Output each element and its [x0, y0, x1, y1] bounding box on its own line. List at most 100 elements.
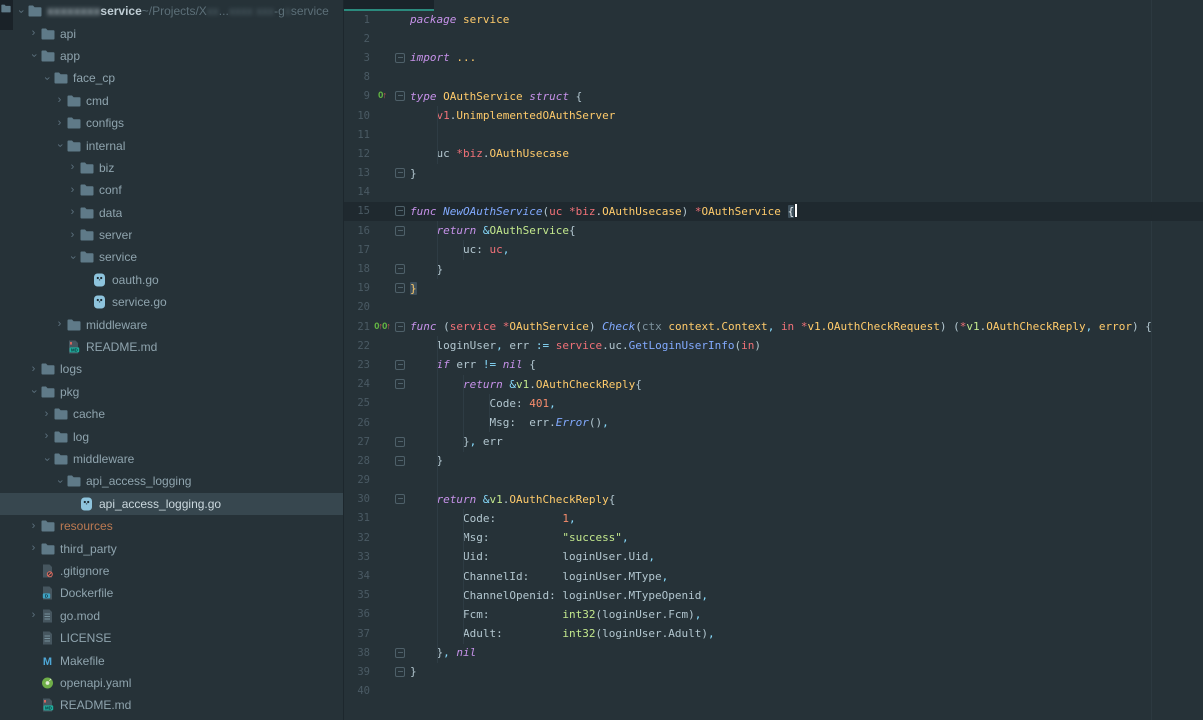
gutter[interactable]: 21O↑O↑ [344, 321, 410, 333]
line-number[interactable]: 37 [344, 628, 370, 640]
line-number[interactable]: 18 [344, 263, 370, 275]
gutter[interactable]: 15 [344, 205, 410, 217]
gutter[interactable]: 27 [344, 436, 410, 448]
implements-icon[interactable]: O↑O↑ [370, 322, 394, 332]
chevron-collapsed-icon[interactable]: › [53, 95, 66, 106]
chevron-collapsed-icon[interactable]: › [27, 521, 40, 532]
gutter[interactable]: 24 [344, 378, 410, 390]
line-number[interactable]: 15 [344, 205, 370, 217]
gutter[interactable]: 39 [344, 666, 410, 678]
tree-item-.gitignore[interactable]: ›.gitignore [0, 560, 343, 582]
fold-marker-icon[interactable] [394, 667, 406, 677]
tree-item-api_access_logging[interactable]: ›api_access_logging [0, 470, 343, 492]
gutter[interactable]: 40 [344, 685, 410, 697]
tree-item-data[interactable]: ›data [0, 202, 343, 224]
tree-item-openapi.yaml[interactable]: ›openapi.yaml [0, 672, 343, 694]
line-number[interactable]: 1 [344, 14, 370, 26]
chevron-expanded-icon[interactable]: › [67, 251, 78, 264]
chevron-collapsed-icon[interactable]: › [66, 230, 79, 241]
code-line-24[interactable]: 24 return &v1.OAuthCheckReply{ [344, 375, 1203, 394]
line-number[interactable]: 27 [344, 436, 370, 448]
tree-item-conf[interactable]: ›conf [0, 179, 343, 201]
code-line-2[interactable]: 2 [344, 29, 1203, 48]
chevron-expanded-icon[interactable]: › [41, 72, 52, 85]
fold-marker-icon[interactable] [394, 206, 406, 216]
gutter[interactable]: 11 [344, 129, 410, 141]
chevron-expanded-icon[interactable]: › [28, 49, 39, 62]
gutter[interactable]: 13 [344, 167, 410, 179]
fold-marker-icon[interactable] [394, 91, 406, 101]
code-line-19[interactable]: 19} [344, 279, 1203, 298]
fold-marker-icon[interactable] [394, 456, 406, 466]
tree-item-api[interactable]: ›api [0, 22, 343, 44]
line-number[interactable]: 22 [344, 340, 370, 352]
gutter[interactable]: 19 [344, 282, 410, 294]
fold-marker-icon[interactable] [394, 360, 406, 370]
code-line-25[interactable]: 25 Code: 401, [344, 394, 1203, 413]
tree-item-makefile[interactable]: ›MMakefile [0, 649, 343, 671]
line-number[interactable]: 33 [344, 551, 370, 563]
code-line-15[interactable]: 15func NewOAuthService(uc *biz.OAuthUsec… [344, 202, 1203, 221]
implements-icon[interactable]: O↑ [370, 91, 394, 101]
tree-item-middleware[interactable]: ›middleware [0, 448, 343, 470]
chevron-expanded-icon[interactable]: › [54, 139, 65, 152]
gutter[interactable]: 18 [344, 263, 410, 275]
gutter[interactable]: 33 [344, 551, 410, 563]
project-tool-window-icon[interactable] [0, 0, 13, 30]
code-line-38[interactable]: 38 }, nil [344, 643, 1203, 662]
fold-marker-icon[interactable] [394, 648, 406, 658]
gutter[interactable]: 25 [344, 397, 410, 409]
tree-item-logs[interactable]: ›logs [0, 358, 343, 380]
chevron-expanded-icon[interactable]: › [15, 5, 26, 18]
gutter[interactable]: 3 [344, 52, 410, 64]
line-number[interactable]: 19 [344, 282, 370, 294]
tree-item-cache[interactable]: ›cache [0, 403, 343, 425]
code-line-10[interactable]: 10 v1.UnimplementedOAuthServer [344, 106, 1203, 125]
chevron-collapsed-icon[interactable]: › [27, 364, 40, 375]
line-number[interactable]: 17 [344, 244, 370, 256]
code-line-18[interactable]: 18 } [344, 259, 1203, 278]
gutter[interactable]: 38 [344, 647, 410, 659]
code-line-3[interactable]: 3import ... [344, 48, 1203, 67]
fold-marker-icon[interactable] [394, 494, 406, 504]
line-number[interactable]: 39 [344, 666, 370, 678]
line-number[interactable]: 23 [344, 359, 370, 371]
code-line-16[interactable]: 16 return &OAuthService{ [344, 221, 1203, 240]
line-number[interactable]: 10 [344, 110, 370, 122]
line-number[interactable]: 26 [344, 417, 370, 429]
tree-item-configs[interactable]: ›configs [0, 112, 343, 134]
gutter[interactable]: 17 [344, 244, 410, 256]
fold-marker-icon[interactable] [394, 53, 406, 63]
line-number[interactable]: 3 [344, 52, 370, 64]
gutter[interactable]: 34 [344, 570, 410, 582]
chevron-collapsed-icon[interactable]: › [53, 319, 66, 330]
code-line-12[interactable]: 12 uc *biz.OAuthUsecase [344, 144, 1203, 163]
line-number[interactable]: 30 [344, 493, 370, 505]
chevron-collapsed-icon[interactable]: › [27, 28, 40, 39]
chevron-collapsed-icon[interactable]: › [66, 162, 79, 173]
tree-item-middleware[interactable]: ›middleware [0, 313, 343, 335]
line-number[interactable]: 31 [344, 512, 370, 524]
code-line-22[interactable]: 22 loginUser, err := service.uc.GetLogin… [344, 336, 1203, 355]
fold-marker-icon[interactable] [394, 283, 406, 293]
tree-item-readme.md[interactable]: ›MDREADME.md [0, 336, 343, 358]
chevron-collapsed-icon[interactable]: › [27, 543, 40, 554]
tree-item-resources[interactable]: ›resources [0, 515, 343, 537]
tree-item-app[interactable]: ›app [0, 45, 343, 67]
chevron-expanded-icon[interactable]: › [54, 475, 65, 488]
gutter[interactable]: 9O↑ [344, 90, 410, 102]
code-line-34[interactable]: 34 ChannelId: loginUser.MType, [344, 566, 1203, 585]
line-number[interactable]: 12 [344, 148, 370, 160]
chevron-collapsed-icon[interactable]: › [40, 409, 53, 420]
code-line-39[interactable]: 39} [344, 662, 1203, 681]
tree-item-readme.md[interactable]: ›MDREADME.md [0, 694, 343, 716]
line-number[interactable]: 21 [344, 321, 370, 333]
gutter[interactable]: 37 [344, 628, 410, 640]
line-number[interactable]: 36 [344, 608, 370, 620]
line-number[interactable]: 29 [344, 474, 370, 486]
code-editor[interactable]: 1package service23import ...89O↑type OAu… [344, 0, 1203, 720]
code-line-8[interactable]: 8 [344, 68, 1203, 87]
tree-item-api_access_logging.go[interactable]: ›api_access_logging.go [0, 493, 343, 515]
tree-item-cmd[interactable]: ›cmd [0, 90, 343, 112]
line-number[interactable]: 38 [344, 647, 370, 659]
